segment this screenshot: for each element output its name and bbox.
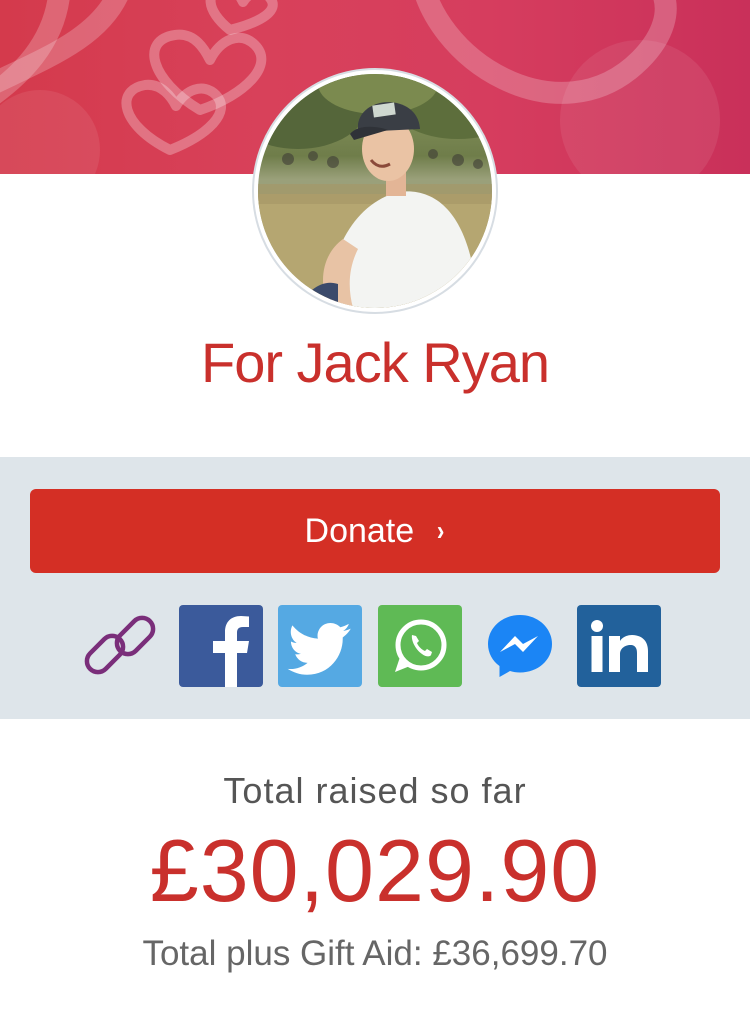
twitter-icon	[287, 622, 351, 675]
action-panel: Donate ›	[0, 457, 750, 719]
share-linkedin-button[interactable]	[577, 605, 661, 687]
facebook-icon	[213, 616, 249, 687]
gift-aid-total: Total plus Gift Aid: £36,699.70	[142, 934, 608, 973]
share-link-button[interactable]	[78, 605, 162, 687]
donate-button[interactable]: Donate ›	[30, 489, 720, 573]
share-messenger-button[interactable]	[478, 605, 562, 687]
page-title: For Jack Ryan	[201, 331, 550, 394]
share-facebook-button[interactable]	[179, 605, 263, 687]
total-raised-amount: £30,029.90	[149, 821, 601, 920]
share-twitter-button[interactable]	[278, 605, 362, 687]
avatar	[254, 70, 496, 312]
donate-label: Donate	[304, 511, 415, 550]
total-raised-label: Total raised so far	[223, 770, 527, 811]
link-icon	[84, 615, 156, 675]
messenger-icon	[488, 615, 552, 677]
whatsapp-icon	[395, 619, 447, 672]
fundraising-page: For Jack Ryan Donate › Total raised so f…	[0, 0, 750, 1011]
chevron-right-icon: ›	[437, 515, 445, 546]
share-whatsapp-button[interactable]	[378, 605, 462, 687]
linkedin-icon	[591, 620, 648, 672]
profile-photo	[258, 74, 492, 308]
